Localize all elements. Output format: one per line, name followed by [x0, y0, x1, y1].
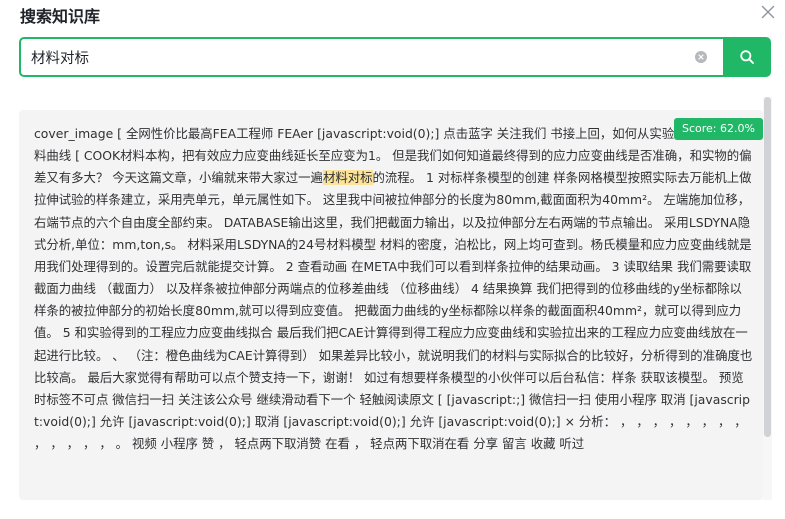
search-icon	[740, 50, 754, 64]
result-text-after: 的流程。 1 对标样条模型的创建 样条网格模型按照实际去万能机上做拉伸试验的样条…	[34, 170, 753, 452]
result-content: cover_image [ 全网性价比最高FEA工程师 FEAer [javas…	[34, 123, 754, 455]
result-highlight: 材料对标	[322, 170, 373, 186]
search-input[interactable]	[21, 39, 691, 75]
clear-icon[interactable]	[695, 51, 707, 63]
dialog-title: 搜索知识库	[20, 7, 101, 26]
search-result-card: cover_image [ 全网性价比最高FEA工程师 FEAer [javas…	[19, 110, 763, 500]
search-input-wrapper	[19, 37, 723, 77]
search-bar	[19, 37, 771, 77]
score-badge: Score: 62.0%	[674, 118, 763, 140]
close-icon[interactable]	[760, 4, 776, 20]
scrollbar-thumb[interactable]	[764, 97, 771, 437]
search-button[interactable]	[723, 37, 771, 77]
search-knowledge-dialog: 搜索知识库 cover_image [ 全网性价比最高FEA工程师 FEAer …	[0, 0, 785, 519]
